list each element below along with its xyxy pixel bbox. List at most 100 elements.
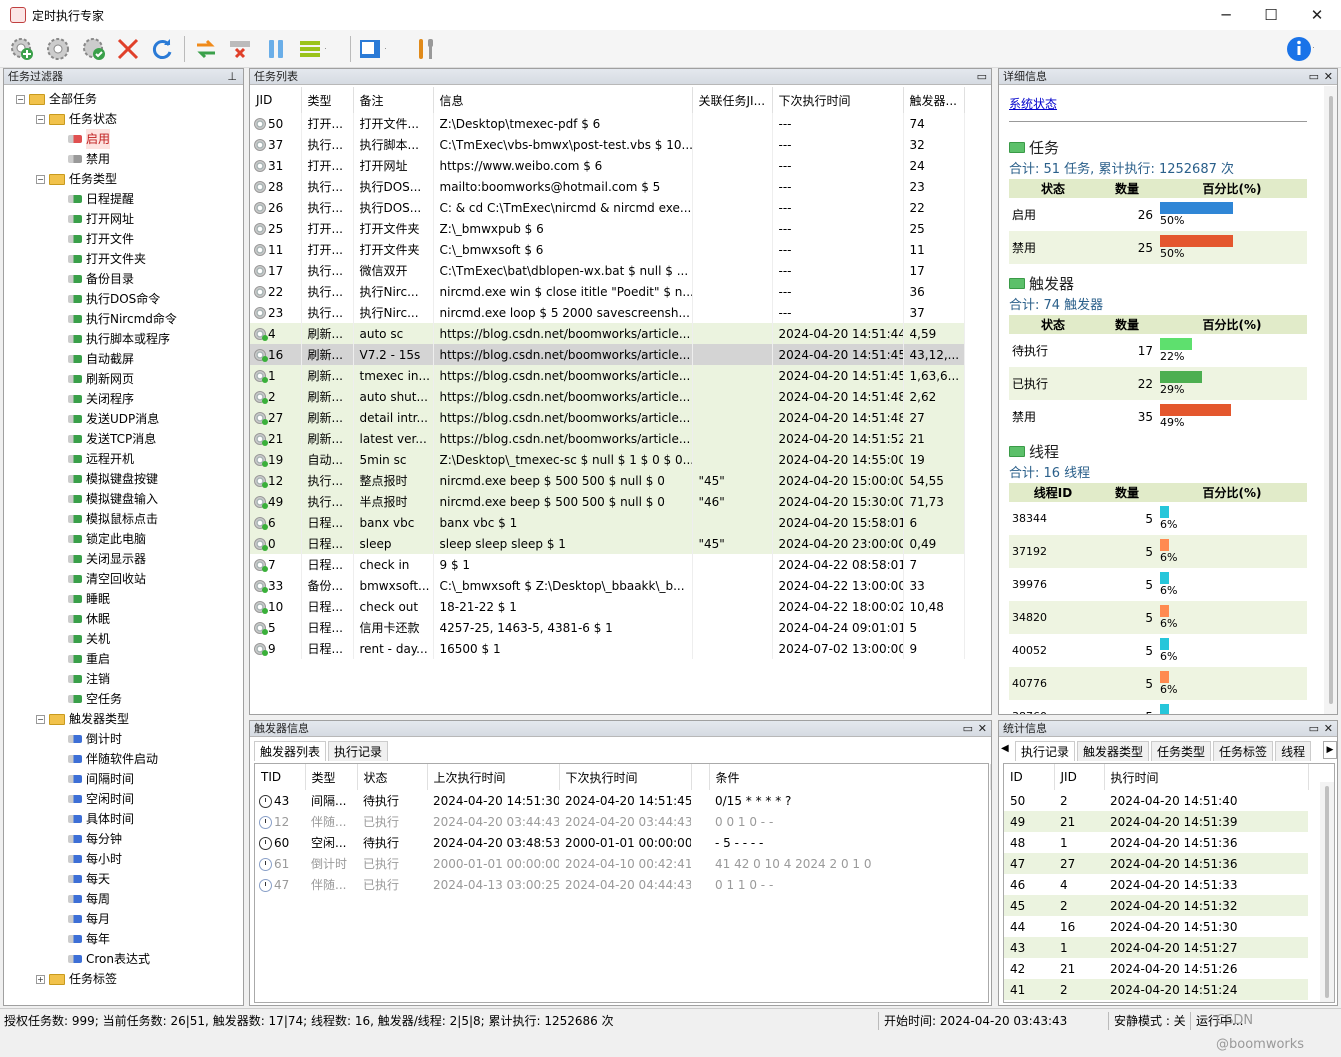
stats-row[interactable]: 42 21 2024-04-20 14:51:26 (1004, 958, 1308, 979)
tab-stats-1[interactable]: 触发器类型 (1077, 741, 1150, 761)
task-column-header[interactable]: JID (250, 87, 302, 113)
task-row[interactable]: 12 执行... 整点报时 nircmd.exe beep $ 500 500 $ n… (250, 470, 965, 491)
delete-icon[interactable] (114, 35, 142, 63)
task-row[interactable]: 37 执行... 执行脚本... C:\TmExec\vbs-bmwx\post-te… (250, 134, 965, 155)
tree-item[interactable]: 锁定此电脑 (68, 529, 146, 549)
tree-item[interactable]: 空任务 (68, 689, 122, 709)
trigger-row[interactable]: 43 间隔... 待执行 2024-04-20 14:51:30 2024-04-20 … (255, 790, 990, 811)
pin-icon[interactable]: ⊥ (227, 69, 237, 85)
tree-root[interactable]: − 全部任务 (16, 89, 97, 109)
maximize-pane-icon[interactable]: ▭ (963, 721, 973, 737)
expand-icon[interactable]: + (36, 974, 45, 984)
close-button[interactable]: ✕ (1294, 0, 1340, 30)
tree-item[interactable]: 自动截屏 (68, 349, 134, 369)
task-column-header[interactable]: 信息 (433, 87, 693, 113)
tree-item[interactable]: 禁用 (68, 149, 110, 169)
task-row[interactable]: 22 执行... 执行Nirc... nircmd.exe win $ close i… (250, 281, 965, 302)
tab-stats-3[interactable]: 任务标签 (1213, 741, 1274, 761)
tree-item[interactable]: 休眠 (68, 609, 110, 629)
task-row[interactable]: 26 执行... 执行DOS... C: & cd C:\TmExec\nircmd … (250, 197, 965, 218)
stats-row[interactable]: 44 16 2024-04-20 14:51:30 (1004, 916, 1308, 937)
tree-item[interactable]: 模拟键盘输入 (68, 489, 158, 509)
task-row[interactable]: 10 日程... check out 18-21-22 $ 1 2024-04-22 1… (250, 596, 965, 617)
refresh-icon[interactable] (148, 35, 176, 63)
task-row[interactable]: 11 打开... 打开文件夹 C:\_bmwxsoft $ 6 --- 11 (250, 239, 965, 260)
tree-item[interactable]: 执行Nircmd命令 (68, 309, 177, 329)
task-column-header[interactable]: 备注 (353, 87, 434, 113)
stats-row[interactable]: 49 21 2024-04-20 14:51:39 (1004, 811, 1308, 832)
tree-item[interactable]: 每天 (68, 869, 110, 889)
minimize-button[interactable]: ─ (1203, 0, 1249, 30)
collapse-icon[interactable]: − (36, 114, 45, 124)
task-row[interactable]: 19 自动... 5min sc Z:\Desktop\_tmexec-sc $ nu… (250, 449, 965, 470)
maximize-pane-icon[interactable]: ▭ (1309, 721, 1319, 737)
close-pane-icon[interactable]: ✕ (1324, 69, 1333, 85)
tree-group[interactable]: − 任务状态 (36, 109, 117, 129)
trigger-column-header[interactable]: 条件 (709, 764, 991, 790)
tab-stats-0[interactable]: 执行记录 (1015, 741, 1076, 761)
trigger-row[interactable]: 61 倒计时 已执行 2000-01-01 00:00:00 2024-04-10 00… (255, 853, 990, 874)
tree-item[interactable]: 关闭程序 (68, 389, 134, 409)
task-row[interactable]: 31 打开... 打开网址 https://www.weibo.com $ 6 --- 2… (250, 155, 965, 176)
tree-item[interactable]: 关机 (68, 629, 110, 649)
tools-icon[interactable] (412, 35, 440, 63)
task-row[interactable]: 27 刷新... detail intr... https://blog.csdn.n… (250, 407, 965, 428)
tree-item[interactable]: 重启 (68, 649, 110, 669)
task-row[interactable]: 6 日程... banx vbc banx vbc $ 1 2024-04-20 15:… (250, 512, 965, 533)
info-icon[interactable] (1286, 35, 1314, 63)
task-row[interactable]: 7 日程... check in 9 $ 1 2024-04-22 08:58:01 7 (250, 554, 965, 575)
trigger-column-header[interactable]: 状态 (357, 764, 428, 790)
tree-item[interactable]: 模拟鼠标点击 (68, 509, 158, 529)
stats-row[interactable]: 50 2 2024-04-20 14:51:40 (1004, 790, 1308, 811)
task-row[interactable]: 33 备份... bmwxsoft... C:\_bmwxsoft $ Z:\Desk… (250, 575, 965, 596)
tree-item[interactable]: 间隔时间 (68, 769, 134, 789)
task-row[interactable]: 28 执行... 执行DOS... mailto:boomworks@hotmail.… (250, 176, 965, 197)
remove-trigger-icon[interactable] (226, 35, 254, 63)
detail-scrollbar[interactable] (1324, 86, 1337, 714)
tree-item[interactable]: 伴随软件启动 (68, 749, 158, 769)
tree-item[interactable]: Cron表达式 (68, 949, 150, 969)
tab-stats-2[interactable]: 任务类型 (1151, 741, 1212, 761)
task-row[interactable]: 1 刷新... tmexec in... https://blog.csdn.net/… (250, 365, 965, 386)
task-row[interactable]: 50 打开... 打开文件... Z:\Desktop\tmexec-pdf $ 6 -… (250, 113, 965, 134)
tree-item[interactable]: 空闲时间 (68, 789, 134, 809)
close-pane-icon[interactable]: ✕ (1324, 721, 1333, 737)
trigger-row[interactable]: 60 空闲... 待执行 2024-04-20 03:48:53 2000-01-01 … (255, 832, 990, 853)
tree-group[interactable]: + 任务标签 (36, 969, 117, 989)
tree-item[interactable]: 执行脚本或程序 (68, 329, 170, 349)
tree-group[interactable]: − 任务类型 (36, 169, 117, 189)
tree-item[interactable]: 日程提醒 (68, 189, 134, 209)
system-status-link[interactable]: 系统状态 (1009, 95, 1057, 112)
tree-item[interactable]: 具体时间 (68, 809, 134, 829)
stats-row[interactable]: 45 2 2024-04-20 14:51:32 (1004, 895, 1308, 916)
task-row[interactable]: 17 执行... 微信双开 C:\TmExec\bat\dblopen-wx.bat … (250, 260, 965, 281)
tree-item[interactable]: 执行DOS命令 (68, 289, 160, 309)
settings-icon[interactable] (44, 35, 72, 63)
layout-icon[interactable] (358, 35, 386, 63)
tree-group[interactable]: − 触发器类型 (36, 709, 129, 729)
maximize-pane-icon[interactable]: ▭ (1309, 69, 1319, 85)
stats-column-header[interactable]: JID (1054, 764, 1105, 790)
task-row[interactable]: 0 日程... sleep sleep sleep sleep $ 1 "45" 2024… (250, 533, 965, 554)
task-column-header[interactable]: 关联任务JI... (692, 87, 773, 113)
tree-item[interactable]: 每分钟 (68, 829, 122, 849)
stats-column-header[interactable]: 执行时间 (1104, 764, 1309, 790)
tree-item[interactable]: 打开文件 (68, 229, 134, 249)
tree-item[interactable]: 每年 (68, 929, 110, 949)
tree-item[interactable]: 启用 (68, 129, 111, 149)
task-row[interactable]: 23 执行... 执行Nirc... nircmd.exe loop $ 5 2000… (250, 302, 965, 323)
tab-scroll-right-icon[interactable]: ▶ (1323, 741, 1337, 759)
task-row[interactable]: 4 刷新... auto sc https://blog.csdn.net/boomw… (250, 323, 965, 344)
tab-trigger-0[interactable]: 触发器列表 (254, 741, 327, 761)
collapse-icon[interactable]: − (36, 714, 45, 724)
stats-row[interactable]: 48 1 2024-04-20 14:51:36 (1004, 832, 1308, 853)
task-column-header[interactable]: 类型 (301, 87, 354, 113)
task-column-header[interactable]: 下次执行时间 (772, 87, 904, 113)
stats-row[interactable]: 47 27 2024-04-20 14:51:36 (1004, 853, 1308, 874)
collapse-icon[interactable]: − (16, 94, 25, 104)
maximize-pane-icon[interactable]: ▭ (977, 69, 987, 85)
stats-column-header[interactable]: ID (1004, 764, 1055, 790)
tree-item[interactable]: 清空回收站 (68, 569, 146, 589)
tree-item[interactable]: 倒计时 (68, 729, 122, 749)
task-row[interactable]: 16 刷新... V7.2 - 15s https://blog.csdn.net/b… (250, 344, 965, 365)
